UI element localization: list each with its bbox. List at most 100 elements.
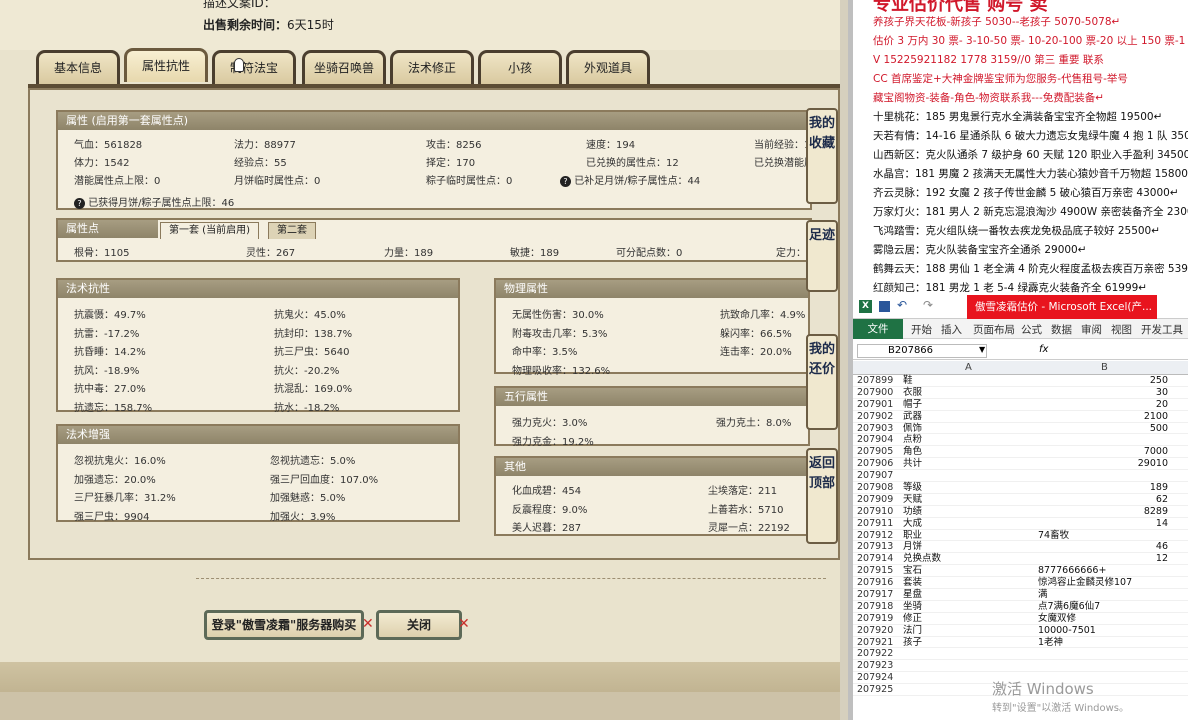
cell-b[interactable]: 500 (1038, 423, 1168, 435)
cell-a[interactable]: 佩饰 (903, 423, 1033, 435)
cell-a[interactable]: 兑换点数 (903, 553, 1033, 565)
cell-a[interactable]: 鞋 (903, 375, 1033, 387)
cell-a[interactable]: 功绩 (903, 506, 1033, 518)
cell-a[interactable]: 等级 (903, 482, 1033, 494)
ribbon-tab-2[interactable]: 插入 (941, 322, 962, 337)
cell-b[interactable]: 20 (1038, 399, 1168, 411)
row-number[interactable]: 207909 (857, 494, 901, 506)
cell-b[interactable]: 8777666666+ (1038, 565, 1168, 577)
tab-5[interactable]: 小孩 (478, 50, 562, 84)
row-number[interactable]: 207921 (857, 637, 901, 649)
ribbon-tab-4[interactable]: 公式 (1021, 322, 1042, 337)
row-number[interactable]: 207910 (857, 506, 901, 518)
cell-b[interactable]: 46 (1038, 541, 1168, 553)
cell-b[interactable]: 惊鸿容止金麟灵修107 (1038, 577, 1168, 589)
col-header-a[interactable]: A (965, 362, 972, 373)
name-box-dropdown-icon[interactable]: ▼ (979, 345, 985, 354)
back-to-top-button[interactable]: 返回顶部 (806, 448, 838, 544)
cell-a[interactable]: 修正 (903, 613, 1033, 625)
cell-b[interactable]: 2100 (1038, 411, 1168, 423)
row-number[interactable]: 207914 (857, 553, 901, 565)
cell-b[interactable]: 74畜牧 (1038, 530, 1168, 542)
ribbon-tab-6[interactable]: 审阅 (1081, 322, 1102, 337)
row-number[interactable]: 207925 (857, 684, 901, 696)
cell-b[interactable]: 62 (1038, 494, 1168, 506)
scrollbar[interactable] (840, 0, 848, 720)
undo-icon[interactable]: ↶ (897, 298, 907, 312)
cell-a[interactable]: 套装 (903, 577, 1033, 589)
ribbon-tab-5[interactable]: 数据 (1051, 322, 1072, 337)
cell-a[interactable]: 天赋 (903, 494, 1033, 506)
row-number[interactable]: 207916 (857, 577, 901, 589)
cell-a[interactable]: 角色 (903, 446, 1033, 458)
cell-b[interactable]: 30 (1038, 387, 1168, 399)
cell-b[interactable]: 7000 (1038, 446, 1168, 458)
row-number[interactable]: 207919 (857, 613, 901, 625)
row-number[interactable]: 207900 (857, 387, 901, 399)
cell-b[interactable]: 1老神 (1038, 637, 1168, 649)
save-icon[interactable] (879, 301, 890, 312)
row-number[interactable]: 207911 (857, 518, 901, 530)
cell-a[interactable]: 宝石 (903, 565, 1033, 577)
tab-4[interactable]: 法术修正 (390, 50, 474, 84)
ribbon-tab-0[interactable]: 文件 (853, 319, 903, 339)
row-number[interactable]: 207920 (857, 625, 901, 637)
cell-b[interactable]: 8289 (1038, 506, 1168, 518)
tab-0[interactable]: 基本信息 (36, 50, 120, 84)
cell-a[interactable]: 大成 (903, 518, 1033, 530)
col-header-b[interactable]: B (1101, 362, 1108, 373)
cell-a[interactable]: 月饼 (903, 541, 1033, 553)
close-button[interactable]: 关闭 (376, 610, 462, 640)
tab-points-set1[interactable]: 第一套 (当前启用) (160, 222, 259, 239)
row-number[interactable]: 207923 (857, 660, 901, 672)
row-number[interactable]: 207905 (857, 446, 901, 458)
row-number[interactable]: 207901 (857, 399, 901, 411)
cell-b[interactable]: 14 (1038, 518, 1168, 530)
cell-b[interactable]: 满 (1038, 589, 1168, 601)
cell-b[interactable]: 点7满6魔6仙7 (1038, 601, 1168, 613)
login-buy-button[interactable]: 登录"傲雪凌霜"服务器购买 (204, 610, 364, 640)
row-number[interactable]: 207899 (857, 375, 901, 387)
row-number[interactable]: 207907 (857, 470, 901, 482)
row-number[interactable]: 207915 (857, 565, 901, 577)
cell-a[interactable]: 星盘 (903, 589, 1033, 601)
row-number[interactable]: 207903 (857, 423, 901, 435)
cell-a[interactable]: 武器 (903, 411, 1033, 423)
cell-b[interactable]: 10000-7501 (1038, 625, 1168, 637)
name-box[interactable]: B207866 (857, 344, 987, 358)
cell-b[interactable]: 189 (1038, 482, 1168, 494)
cell-b[interactable]: 29010 (1038, 458, 1168, 470)
cell-a[interactable]: 衣服 (903, 387, 1033, 399)
ribbon-tab-7[interactable]: 视图 (1111, 322, 1132, 337)
cell-a[interactable]: 孩子 (903, 637, 1033, 649)
tab-3[interactable]: 坐骑召唤兽 (302, 50, 386, 84)
ribbon-tab-3[interactable]: 页面布局 (973, 322, 1015, 337)
row-number[interactable]: 207904 (857, 434, 901, 446)
ribbon-tab-1[interactable]: 开始 (911, 322, 932, 337)
row-number[interactable]: 207906 (857, 458, 901, 470)
tab-2[interactable]: 制符法宝 (212, 50, 296, 84)
cell-b[interactable]: 12 (1038, 553, 1168, 565)
cell-a[interactable]: 法门 (903, 625, 1033, 637)
row-number[interactable]: 207917 (857, 589, 901, 601)
cell-a[interactable]: 帽子 (903, 399, 1033, 411)
tab-points-set2[interactable]: 第二套 (268, 222, 316, 239)
row-number[interactable]: 207912 (857, 530, 901, 542)
cell-b[interactable]: 女魔双修 (1038, 613, 1168, 625)
tab-6[interactable]: 外观道具 (566, 50, 650, 84)
tab-1[interactable]: 属性抗性 (124, 48, 208, 82)
row-number[interactable]: 207918 (857, 601, 901, 613)
row-number[interactable]: 207908 (857, 482, 901, 494)
row-number[interactable]: 207902 (857, 411, 901, 423)
row-number[interactable]: 207924 (857, 672, 901, 684)
row-number[interactable]: 207913 (857, 541, 901, 553)
cell-a[interactable]: 坐骑 (903, 601, 1033, 613)
row-number[interactable]: 207922 (857, 648, 901, 660)
cell-a[interactable]: 职业 (903, 530, 1033, 542)
cell-b[interactable]: 250 (1038, 375, 1168, 387)
ribbon-tab-8[interactable]: 开发工具 (1141, 322, 1183, 337)
footprint-button[interactable]: 足迹 (806, 220, 838, 292)
redo-icon[interactable]: ↷ (923, 298, 933, 312)
favorites-button[interactable]: 我的收藏 (806, 108, 838, 204)
cell-a[interactable]: 共计 (903, 458, 1033, 470)
